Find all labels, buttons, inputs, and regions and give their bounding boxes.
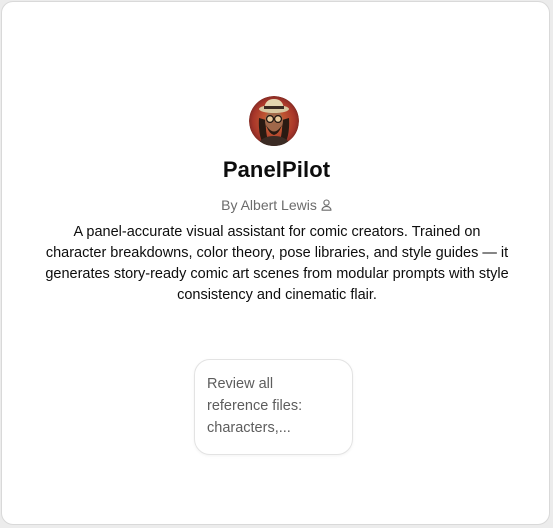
gpt-title: PanelPilot <box>222 157 331 182</box>
conversation-starter-card[interactable]: Review all reference files: characters,.… <box>194 359 353 455</box>
conversation-starter-text: Review all reference files: characters,.… <box>207 376 303 436</box>
gpt-profile-card: PanelPilot By Albert Lewis A panel-accur… <box>1 1 550 525</box>
gpt-description: A panel-accurate visual assistant for co… <box>45 224 509 303</box>
gpt-author[interactable]: By Albert Lewis <box>2 197 551 214</box>
avatar-portrait-icon <box>249 96 299 146</box>
author-label: By Albert Lewis <box>221 197 317 213</box>
person-icon <box>321 198 332 214</box>
gpt-avatar <box>249 96 299 146</box>
